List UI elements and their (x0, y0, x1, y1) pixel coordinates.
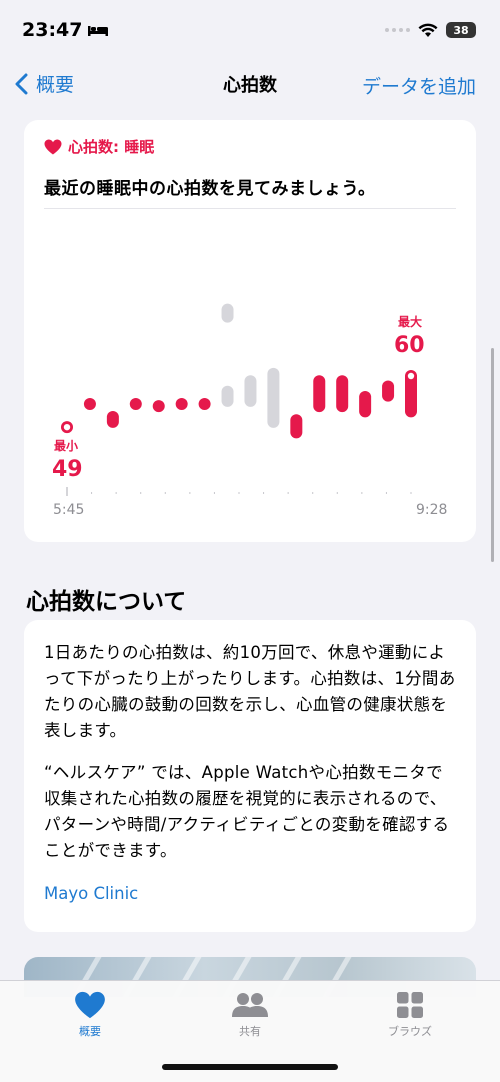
max-value: 60 (394, 333, 425, 358)
heart-rate-range-bar (290, 414, 303, 439)
heart-rate-range-bar (83, 398, 96, 410)
section-title: 心拍数について (26, 589, 187, 615)
source-link[interactable]: Mayo Clinic (44, 884, 138, 903)
heart-rate-range-bar (313, 375, 326, 413)
min-annotation: 最小 49 (52, 438, 83, 482)
max-label: 最大 (398, 314, 422, 329)
heart-rate-range-bar (106, 411, 119, 428)
scroll-indicator[interactable] (491, 348, 494, 562)
about-paragraph: “ヘルスケア” では、Apple Watchや心拍数モニタで収集された心拍数の履… (44, 763, 450, 860)
chevron-left-icon (15, 73, 28, 94)
home-indicator (162, 1064, 338, 1070)
status-bar: 23:47 38 (0, 0, 500, 60)
clock: 23:47 (22, 19, 83, 41)
back-button[interactable]: 概要 (14, 70, 74, 97)
max-annotation: 最大 60 (394, 314, 425, 358)
heart-rate-range-bar (129, 398, 142, 410)
back-label: 概要 (36, 74, 75, 96)
tab-label: 共有 (239, 1025, 261, 1038)
people-icon (232, 993, 268, 1017)
add-data-button[interactable]: データを追加 (362, 72, 476, 99)
sleep-bed-icon (88, 26, 109, 36)
heart-rate-range-bar (198, 398, 211, 410)
about-paragraph: 1日あたりの心拍数は、約10万回で、休息や運動によって下がったり上がったりします… (44, 643, 456, 740)
tab-label: 概要 (79, 1025, 101, 1038)
grid-icon (397, 992, 423, 1018)
heart-rate-range-bar (221, 385, 234, 407)
about-card: 1日あたりの心拍数は、約10万回で、休息や運動によって下がったり上がったりします… (24, 620, 476, 932)
status-indicators: 38 (385, 22, 476, 38)
navigation-bar: 概要 心拍数 データを追加 (0, 62, 500, 106)
heart-rate-range-bar (221, 303, 234, 323)
heart-icon (75, 991, 105, 1019)
heart-rate-range-chart: 5:45 9:28 最小 49 最大 60 (52, 303, 447, 518)
min-value: 49 (52, 457, 83, 482)
heart-rate-range-bar (244, 375, 257, 407)
x-axis-start-label: 5:45 (53, 502, 84, 518)
heart-rate-range-bar (152, 400, 165, 413)
heart-rate-range-bar (267, 367, 280, 428)
status-time: 23:47 (22, 19, 109, 41)
tab-browse[interactable]: ブラウズ (370, 991, 450, 1082)
battery-indicator: 38 (446, 22, 476, 38)
min-label: 最小 (54, 438, 78, 453)
heart-rate-range-bar (175, 398, 188, 410)
heart-rate-range-bar (382, 380, 395, 402)
wifi-icon (418, 23, 438, 37)
tab-label: ブラウズ (388, 1025, 432, 1038)
max-marker (407, 372, 415, 380)
cellular-signal-icon (385, 28, 410, 32)
x-axis-end-label: 9:28 (416, 502, 447, 518)
sleep-heart-rate-card[interactable]: 心拍数: 睡眠 最近の睡眠中の心拍数を見てみましょう。 5:45 9:28 最小… (24, 120, 476, 542)
heart-rate-range-bar (359, 391, 372, 418)
chart-bars (61, 303, 417, 439)
page-title: 心拍数 (223, 75, 277, 96)
min-marker (63, 423, 71, 431)
x-axis: 5:45 9:28 (53, 487, 447, 518)
heart-rate-range-bar (336, 375, 349, 413)
tab-summary[interactable]: 概要 (50, 991, 130, 1082)
